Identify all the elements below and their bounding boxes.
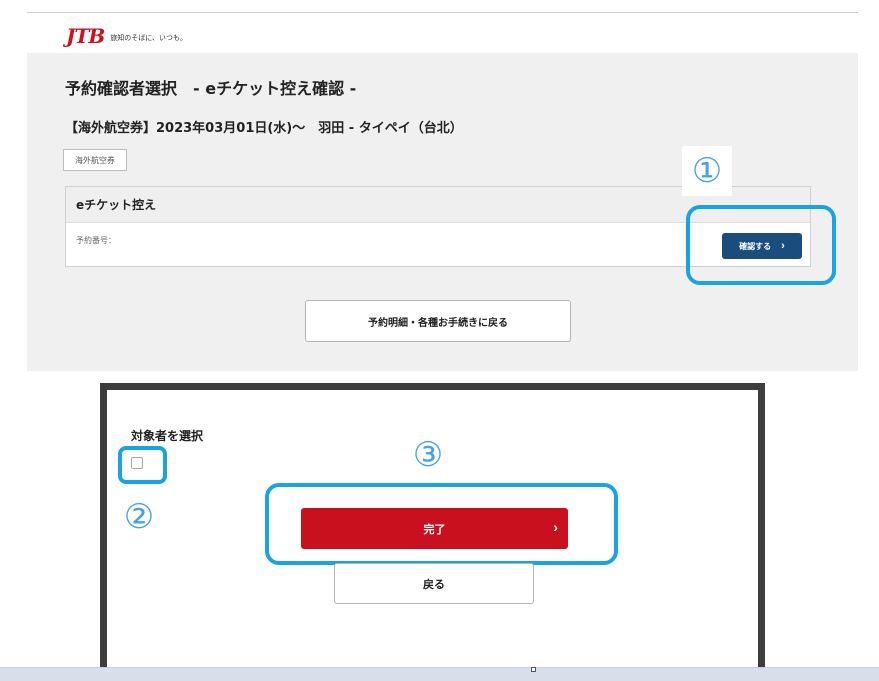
jtb-logo[interactable]: JTB 旅知のそばに、いつも。: [66, 22, 187, 46]
booking-number-label: 予約番号：: [76, 236, 116, 245]
logo-mark: JTB: [66, 24, 105, 48]
trip-info: 【海外航空券】2023年03月01日(水)～ 羽田 - タイペイ（台北）: [65, 121, 463, 136]
step-2-marker: ②: [123, 497, 155, 537]
step-1-marker: ①: [682, 146, 732, 196]
back-button[interactable]: 戻る: [334, 563, 534, 604]
done-button-label: 完了: [423, 523, 446, 536]
back-to-details-button[interactable]: 予約明細・各種お手続きに戻る: [305, 300, 571, 342]
step-3-marker: ③: [412, 435, 444, 475]
window-bottom-bar: [0, 667, 879, 681]
page-title: 予約確認者選択 - eチケット控え確認 -: [65, 79, 357, 98]
step-1-highlight: [686, 205, 836, 285]
logo-tagline: 旅知のそばに、いつも。: [110, 34, 188, 42]
step-2-highlight: [118, 446, 167, 484]
select-target-label: 対象者を選択: [131, 429, 204, 443]
done-button[interactable]: 完了 ›: [301, 508, 568, 549]
product-tag: 海外航空券: [63, 149, 127, 171]
chevron-right-icon: ›: [553, 519, 558, 535]
header-divider: [27, 12, 858, 13]
resize-handle[interactable]: [531, 667, 536, 672]
